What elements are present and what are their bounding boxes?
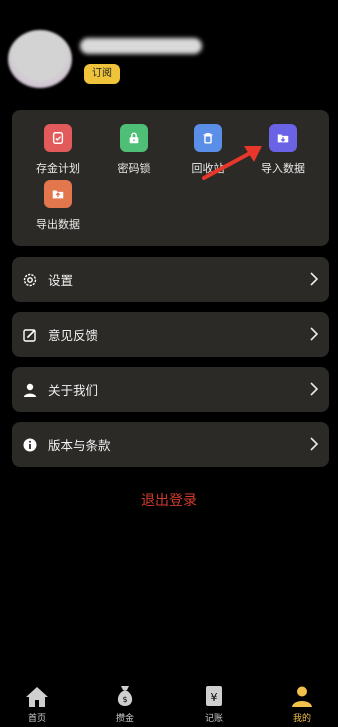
svg-text:$: $: [122, 695, 127, 704]
logout-button[interactable]: 退出登录: [0, 490, 338, 510]
grid-item-savings-plan[interactable]: 存金计划: [20, 124, 96, 176]
username-blurred: [80, 38, 202, 54]
grid-label: 存金计划: [36, 162, 80, 175]
menu-item-settings[interactable]: 设置: [12, 257, 329, 302]
grid-item-export-data[interactable]: 导出数据: [20, 180, 96, 232]
lock-icon: [120, 124, 148, 152]
chevron-right-icon: [310, 437, 319, 451]
annotation-arrow: [202, 146, 262, 180]
menu-label: 版本与条款: [48, 438, 111, 453]
tab-bookkeeping[interactable]: ¥ 记账: [184, 682, 244, 724]
tab-label: 记账: [204, 714, 223, 724]
tab-home[interactable]: 首页: [7, 682, 67, 724]
home-icon: [7, 682, 67, 708]
features-card: 存金计划 密码锁 回收站 导入数据 导出数据: [12, 110, 329, 246]
export-folder-icon: [44, 180, 72, 208]
ledger-icon: ¥: [184, 682, 244, 708]
tab-label: 我的: [292, 714, 311, 724]
svg-text:¥: ¥: [211, 691, 218, 704]
tab-mine[interactable]: 我的: [272, 682, 332, 724]
grid-label: 导出数据: [36, 218, 80, 231]
import-folder-icon: [269, 124, 297, 152]
menu-item-version-terms[interactable]: 版本与条款: [12, 422, 329, 467]
avatar[interactable]: [8, 30, 72, 88]
chevron-right-icon: [310, 327, 319, 341]
menu-label: 设置: [48, 273, 74, 288]
user-icon: [21, 381, 39, 399]
profile-header: 订阅: [0, 0, 338, 100]
grid-label: 密码锁: [117, 162, 151, 175]
chevron-right-icon: [310, 272, 319, 286]
savings-plan-icon: [44, 124, 72, 152]
feedback-icon: [21, 326, 39, 344]
menu-label: 关于我们: [48, 383, 99, 398]
subscribe-badge[interactable]: 订阅: [84, 64, 120, 84]
money-bag-icon: $: [95, 682, 155, 708]
gear-icon: [21, 271, 39, 289]
tab-label: 首页: [27, 714, 46, 724]
tab-save-gold[interactable]: $ 攒金: [95, 682, 155, 724]
chevron-right-icon: [310, 382, 319, 396]
menu-item-feedback[interactable]: 意见反馈: [12, 312, 329, 357]
profile-icon: [272, 682, 332, 708]
tab-bar: 首页 $ 攒金 ¥ 记账 我的: [0, 682, 338, 727]
grid-item-password-lock[interactable]: 密码锁: [96, 124, 172, 176]
menu-label: 意见反馈: [48, 328, 99, 343]
info-icon: [21, 436, 39, 454]
tab-label: 攒金: [115, 714, 134, 724]
menu-item-about-us[interactable]: 关于我们: [12, 367, 329, 412]
